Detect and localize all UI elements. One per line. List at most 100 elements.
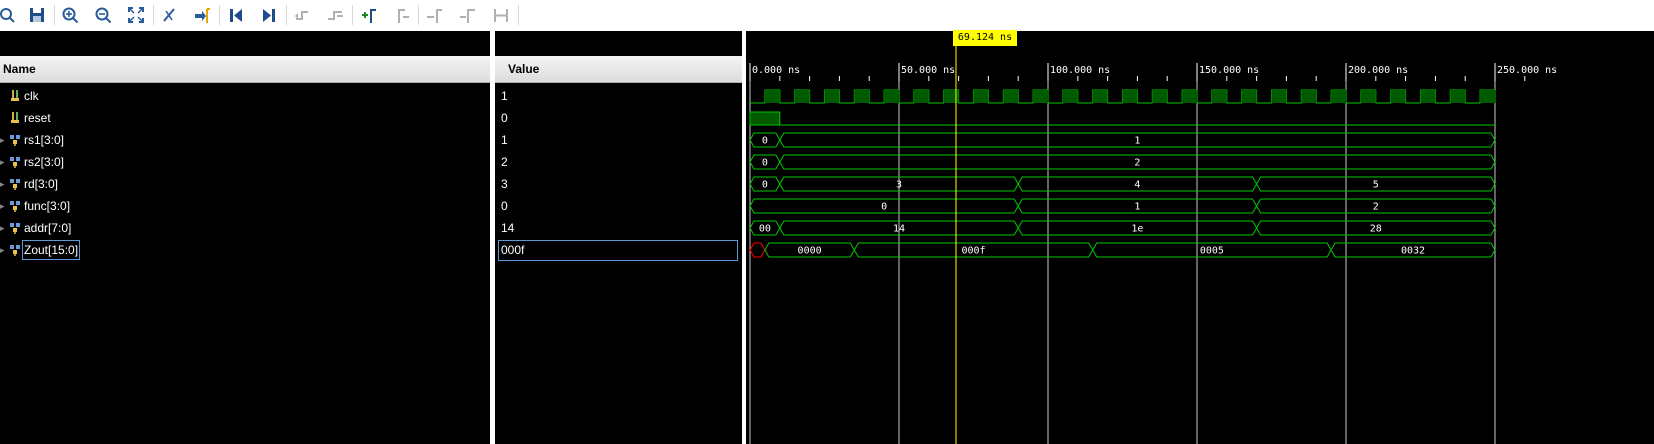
signal-name: rs1[3:0] [24,133,65,147]
toolbar-separator [153,5,154,25]
signal-row[interactable]: clk [0,85,490,107]
clk-high-fill [1211,90,1227,103]
go-to-start-icon [230,9,242,22]
go-to-end-icon [263,9,275,22]
zoom-fit-button[interactable] [125,4,147,26]
signal-value-row[interactable]: 000f [495,239,742,261]
rd-bus-value-label: 4 [1134,180,1140,191]
signal-name: func[3:0] [24,199,71,213]
signal-value-row[interactable]: 14 [495,217,742,239]
time-tick-label: 150.000 ns [1199,65,1259,76]
Zout-bus-value-label: 0000 [798,246,822,257]
go-to-cursor-button[interactable] [191,4,213,26]
toolbar-separator [54,5,55,25]
next-marker-button[interactable] [423,4,445,26]
name-column-header[interactable]: Name [0,56,490,83]
bus-signal-icon [10,157,20,168]
expand-icon[interactable]: ▸ [0,151,5,173]
rd-bus-value-label: 3 [896,180,902,191]
signal-value: 3 [501,177,508,191]
next-transition-icon [328,11,343,20]
signal-value-row[interactable]: 3 [495,173,742,195]
value-column-header[interactable]: Value [495,56,742,83]
signal-value-pane: 1 0 1 2 3 0 14 000f [495,31,742,444]
value-column-label: Value [508,62,540,76]
addr-bus-value-label: 14 [893,224,905,235]
cursor-tool-icon [163,8,175,22]
signal-value-row[interactable]: 2 [495,151,742,173]
previous-transition-button[interactable] [291,4,313,26]
signal-value-row[interactable]: 1 [495,85,742,107]
cursor-tool-button[interactable] [158,4,180,26]
clk-high-fill [764,90,780,103]
signal-value-row[interactable]: 0 [495,195,742,217]
signal-name: rs2[3:0] [24,155,65,169]
bus-signal-icon [10,135,20,146]
go-to-cursor-icon [195,8,210,23]
zoom-fit-icon [128,7,144,23]
signal-row[interactable]: ▸ func[3:0] [0,195,490,217]
signal-row[interactable]: ▸ rd[3:0] [0,173,490,195]
signal-name: Zout[15:0] [22,240,81,260]
Zout-bus-value-label: 0032 [1401,246,1425,257]
search-icon [0,8,15,23]
next-transition-button[interactable] [324,4,346,26]
time-tick-label: 100.000 ns [1050,65,1110,76]
signal-value: 14 [501,221,515,235]
signal-value: 000f [501,243,525,257]
scalar-signal-icon [11,90,19,101]
addr-bus-value-label: 28 [1370,224,1382,235]
rs1-bus-value-label: 1 [1134,136,1140,147]
signal-row[interactable]: ▸ rs2[3:0] [0,151,490,173]
signal-name: addr[7:0] [24,221,72,235]
add-marker-icon [362,9,376,23]
expand-icon[interactable]: ▸ [0,195,5,217]
signal-row[interactable]: reset [0,107,490,129]
expand-icon[interactable]: ▸ [0,239,5,261]
expand-icon[interactable]: ▸ [0,173,5,195]
waveform-canvas[interactable]: 0.000 ns 50.000 ns 100.000 ns 150.000 ns 200… [746,31,1654,444]
zoom-in-button[interactable] [59,4,81,26]
clk-high-fill [913,90,929,103]
zoom-out-icon [95,7,112,24]
add-marker-button[interactable] [357,4,379,26]
clk-high-fill [824,90,840,103]
signal-row[interactable]: ▸ rs1[3:0] [0,129,490,151]
time-tick-label: 200.000 ns [1348,65,1408,76]
name-column-label: Name [3,62,36,76]
clk-high-fill [1420,90,1436,103]
rd-bus-value-label: 5 [1373,180,1379,191]
signal-value: 1 [501,133,508,147]
func-bus-value-label: 1 [1134,202,1140,213]
waveform-pane[interactable]: 0.000 ns 50.000 ns 100.000 ns 150.000 ns 200… [746,31,1654,444]
save-icon [30,8,44,22]
signal-name: rd[3:0] [24,177,59,191]
swap-cursors-button[interactable] [456,4,478,26]
signal-row[interactable]: ▸ addr[7:0] [0,217,490,239]
signal-value-row[interactable]: 1 [495,129,742,151]
signal-row[interactable]: ▸ Zout[15:0] [0,239,490,261]
cursor-time-label[interactable]: 69.124 ns [953,30,1017,46]
snap-icon [494,9,508,22]
clk-high-fill [884,90,899,103]
go-to-start-button[interactable] [225,4,247,26]
go-to-end-button[interactable] [258,4,280,26]
zoom-out-button[interactable] [92,4,114,26]
expand-icon[interactable]: ▸ [0,217,5,239]
clk-high-fill [973,90,989,103]
clk-high-fill [1033,90,1048,103]
previous-marker-button[interactable] [390,4,412,26]
time-tick-label: 250.000 ns [1497,65,1557,76]
snap-button[interactable] [490,4,512,26]
expand-icon[interactable]: ▸ [0,129,5,151]
search-button[interactable] [0,4,18,26]
bus-signal-icon [10,245,20,256]
save-button[interactable] [26,4,48,26]
toolbar-separator [418,5,419,25]
swap-cursors-icon [460,9,475,23]
func-bus-value-label: 0 [881,202,887,213]
Zout-invalid-segment [749,242,766,258]
rs1-bus-value-label: 0 [762,136,768,147]
clk-high-fill [794,90,810,103]
signal-value-row[interactable]: 0 [495,107,742,129]
